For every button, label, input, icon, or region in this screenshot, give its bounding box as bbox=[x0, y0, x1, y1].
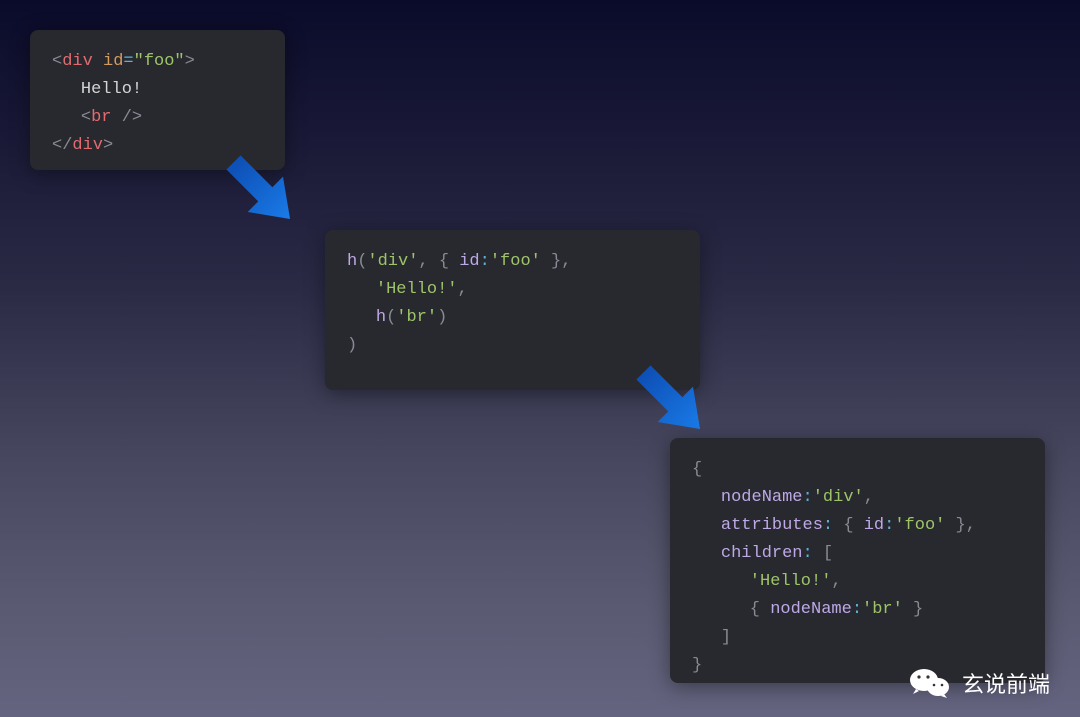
code-line: h('div', { id:'foo' }, bbox=[347, 248, 678, 276]
code-line: <div id="foo"> bbox=[52, 48, 263, 76]
watermark-text: 玄说前端 bbox=[962, 667, 1050, 699]
code-line: attributes: { id:'foo' }, bbox=[692, 512, 1023, 540]
code-line: children: [ bbox=[692, 540, 1023, 568]
code-box-vdom: { nodeName:'div', attributes: { id:'foo'… bbox=[670, 438, 1045, 683]
code-line: { bbox=[692, 456, 1023, 484]
code-line: <br /> bbox=[52, 104, 263, 132]
code-line: h('br') bbox=[347, 304, 678, 332]
code-line: nodeName:'div', bbox=[692, 484, 1023, 512]
wechat-watermark: 玄说前端 bbox=[910, 667, 1050, 699]
code-line: 'Hello!', bbox=[692, 568, 1023, 596]
code-line: { nodeName:'br' } bbox=[692, 596, 1023, 624]
code-line: ] bbox=[692, 624, 1023, 652]
code-line: 'Hello!', bbox=[347, 276, 678, 304]
code-line: ) bbox=[347, 332, 678, 360]
code-line: Hello! bbox=[52, 76, 263, 104]
wechat-icon bbox=[910, 667, 950, 699]
